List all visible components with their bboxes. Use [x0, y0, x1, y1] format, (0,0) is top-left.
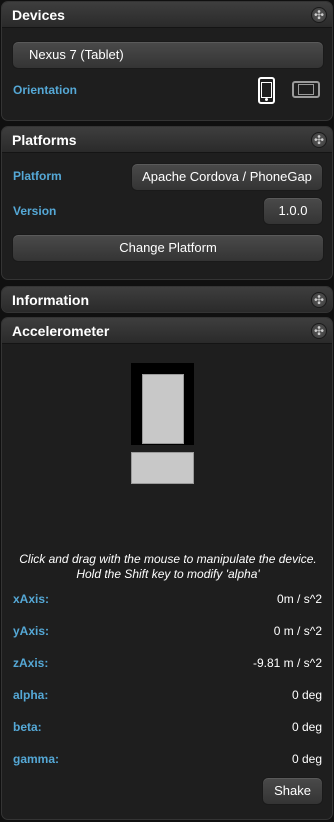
platform-select[interactable]: Apache Cordova / PhoneGap: [131, 163, 323, 191]
device-model-base[interactable]: [131, 452, 194, 484]
version-label: Version: [13, 204, 57, 218]
drag-handle-icon[interactable]: ✣: [311, 7, 327, 23]
devices-panel-title: Devices: [12, 7, 65, 23]
orientation-label: Orientation: [13, 83, 78, 97]
information-panel-header[interactable]: Information ✣: [2, 287, 332, 312]
information-panel: Information ✣: [1, 286, 333, 313]
accelerometer-instructions: Click and drag with the mouse to manipul…: [2, 552, 332, 582]
devices-panel: Devices ✣ Nexus 7 (Tablet) Orientation: [1, 1, 333, 121]
xaxis-label: xAxis:: [13, 592, 50, 606]
platforms-panel-header[interactable]: Platforms ✣: [2, 127, 332, 153]
device-model[interactable]: [131, 363, 194, 445]
beta-label: beta:: [13, 720, 42, 734]
portrait-phone-icon[interactable]: [258, 77, 275, 104]
yaxis-label: yAxis:: [13, 624, 50, 638]
devices-panel-header[interactable]: Devices ✣: [2, 2, 332, 28]
drag-handle-icon[interactable]: ✣: [311, 292, 327, 308]
xaxis-value: 0m / s^2: [277, 592, 322, 606]
platforms-panel-title: Platforms: [12, 132, 77, 148]
zaxis-label: zAxis:: [13, 656, 49, 670]
platform-label: Platform: [13, 169, 62, 183]
version-select[interactable]: 1.0.0: [263, 197, 323, 225]
change-platform-button[interactable]: Change Platform: [12, 234, 324, 262]
drag-handle-icon[interactable]: ✣: [311, 323, 327, 339]
accelerometer-panel-title: Accelerometer: [12, 323, 110, 339]
device-select-value: Nexus 7 (Tablet): [29, 47, 124, 62]
shake-button[interactable]: Shake: [262, 777, 323, 805]
gamma-label: gamma:: [13, 752, 60, 766]
zaxis-value: -9.81 m / s^2: [253, 656, 322, 670]
instructions-line-1: Click and drag with the mouse to manipul…: [19, 552, 317, 566]
gamma-value: 0 deg: [291, 752, 322, 766]
alpha-label: alpha:: [13, 688, 49, 702]
device-select[interactable]: Nexus 7 (Tablet): [12, 41, 324, 69]
platforms-panel: Platforms ✣ Platform Apache Cordova / Ph…: [1, 126, 333, 280]
landscape-phone-icon[interactable]: [292, 81, 320, 98]
yaxis-value: 0 m / s^2: [273, 624, 322, 638]
device-model-screen: [142, 374, 184, 444]
drag-handle-icon[interactable]: ✣: [311, 132, 327, 148]
information-panel-title: Information: [12, 292, 89, 308]
beta-value: 0 deg: [291, 720, 322, 734]
accelerometer-panel: Accelerometer ✣ Click and drag with the …: [1, 317, 333, 820]
accelerometer-panel-header[interactable]: Accelerometer ✣: [2, 318, 332, 344]
alpha-value: 0 deg: [291, 688, 322, 702]
instructions-line-2: Hold the Shift key to modify 'alpha': [76, 567, 260, 581]
